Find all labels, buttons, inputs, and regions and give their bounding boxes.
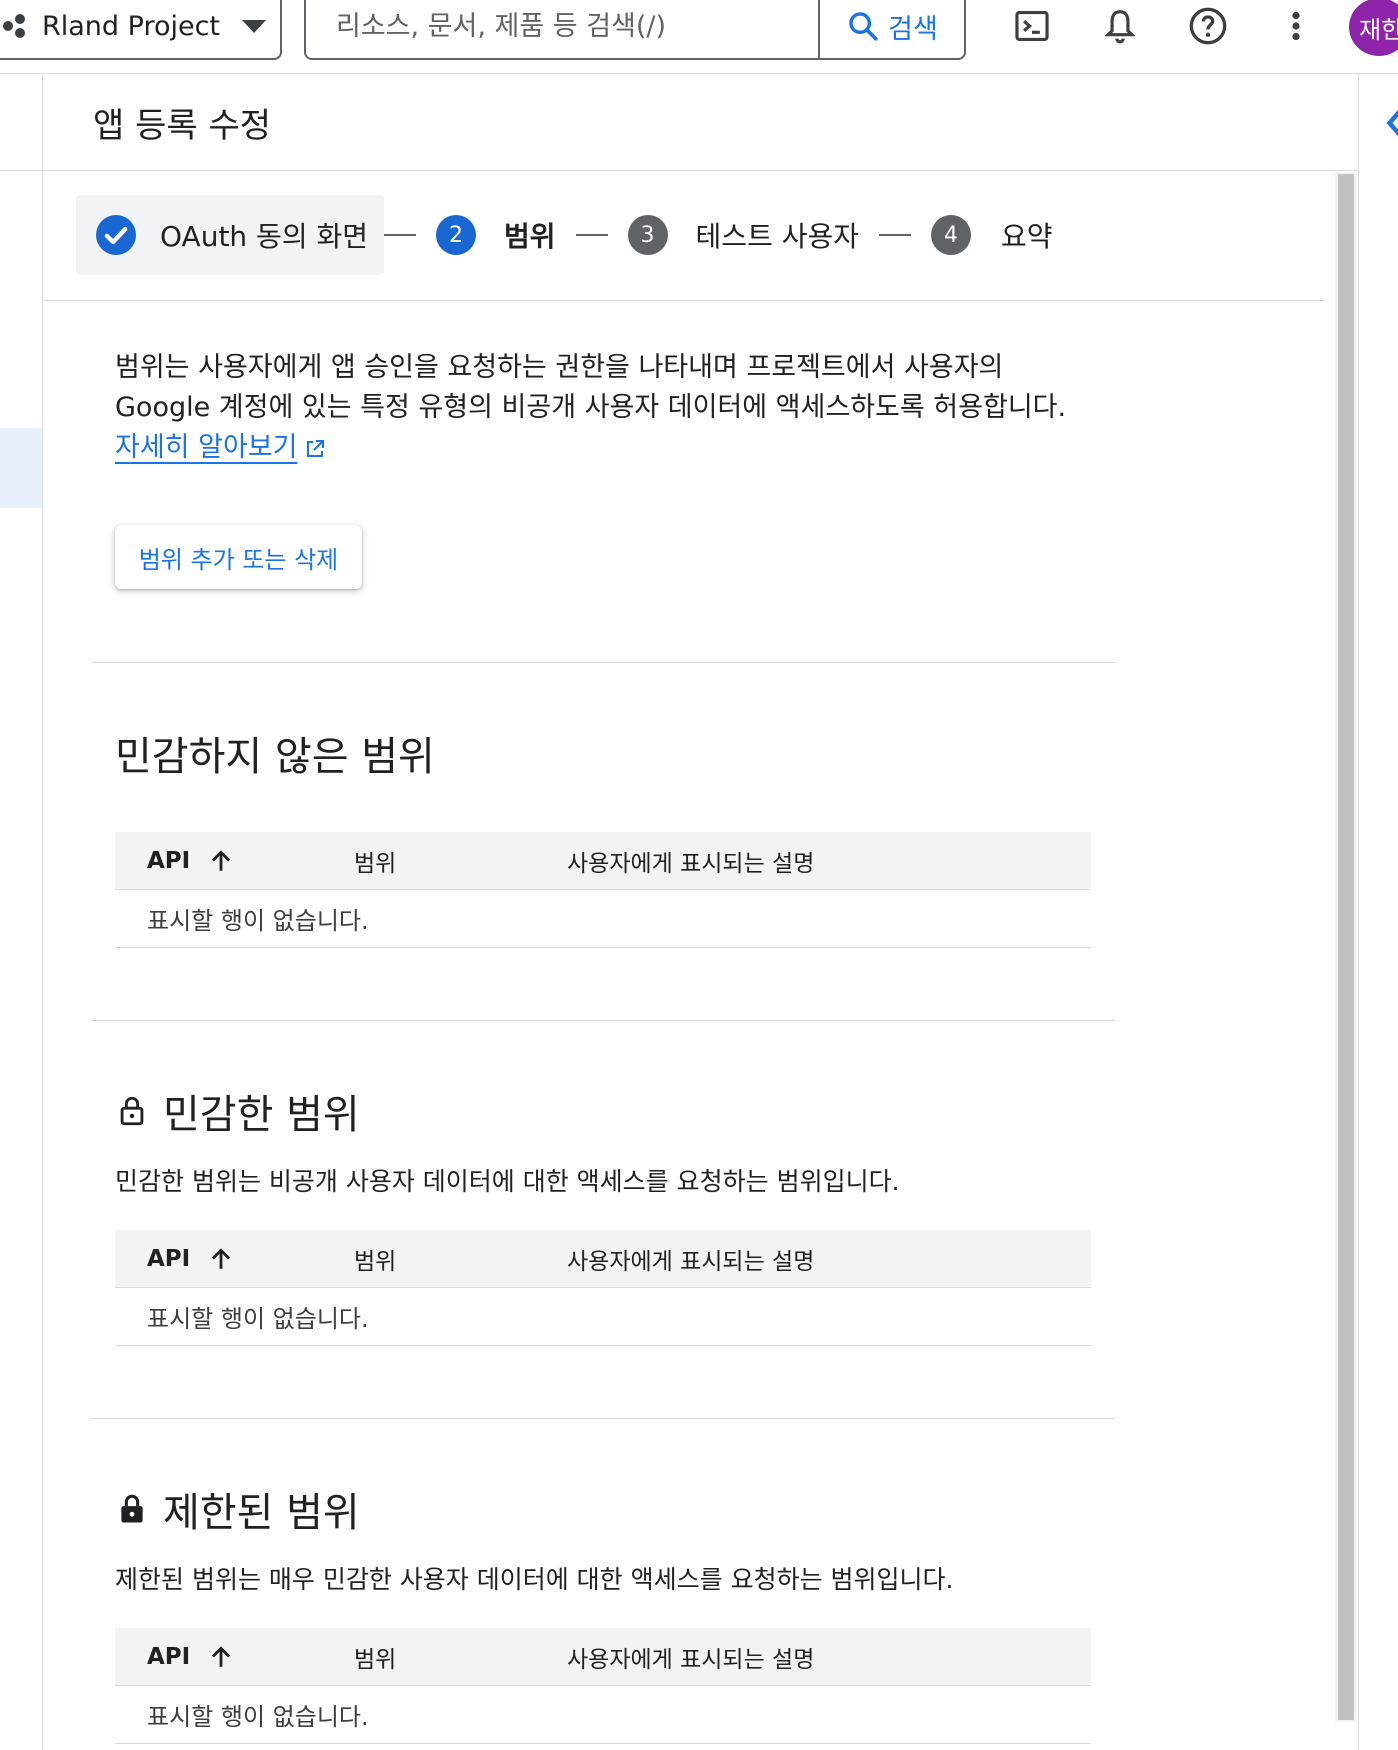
step-label: 테스트 사용자 [695,220,860,253]
more-options-button[interactable] [1274,4,1318,48]
main-panel: 앱 등록 수정 OAuth 동의 화면 2 범위 3 테스트 사용자 4 요약 … [43,74,1358,1750]
top-bar: Rland Project 검색 [0,0,1398,74]
step-number: 4 [931,215,972,255]
project-picker[interactable]: Rland Project [0,0,282,60]
step-separator [575,234,608,236]
non-sensitive-scopes-table: API 범위 사용자에게 표시되는 설명 표시할 행이 없습니다. [115,832,1091,948]
section-title-sensitive: 민감한 범위 [115,1082,360,1140]
help-icon [1189,7,1227,45]
section-title-text: 민감한 범위 [163,1092,360,1138]
section-description: 제한된 범위는 매우 민감한 사용자 데이터에 대한 액세스를 요청하는 범위입… [115,1565,954,1594]
left-nav-strip [0,74,43,1750]
step-oauth-consent[interactable]: OAuth 동의 화면 [76,195,385,275]
step-label: OAuth 동의 화면 [160,220,369,253]
column-header-label: API [147,847,191,874]
table-empty-row: 표시할 행이 없습니다. [115,1686,1091,1744]
column-header-description: 사용자에게 표시되는 설명 [567,850,815,877]
restricted-scopes-table: API 범위 사용자에게 표시되는 설명 표시할 행이 없습니다. [115,1628,1091,1744]
learn-more-link[interactable]: 자세히 알아보기 [115,432,297,463]
column-header-label: API [147,1643,191,1670]
search-button[interactable]: 검색 [818,0,964,58]
step-label: 요약 [1001,220,1053,253]
arrow-up-icon [212,1247,231,1269]
step-scopes[interactable]: 2 범위 [436,195,556,275]
project-icon [3,14,25,38]
cloud-shell-icon [1015,10,1049,42]
column-header-api[interactable]: API [147,1643,234,1671]
divider [1358,74,1359,1750]
column-header-scope: 범위 [354,1248,397,1275]
step-number: 3 [627,215,668,255]
more-vert-icon [1292,11,1300,41]
table-header: API 범위 사용자에게 표시되는 설명 [115,1628,1091,1686]
step-number: 2 [436,215,477,255]
bell-icon [1104,10,1136,44]
step-test-users[interactable]: 3 테스트 사용자 [627,195,860,275]
step-separator [879,234,912,236]
column-header-description: 사용자에게 표시되는 설명 [567,1248,815,1275]
project-name: Rland Project [42,10,221,42]
divider [91,662,1115,663]
scrollbar-thumb[interactable] [1338,174,1354,1720]
chevron-left-icon [1386,109,1398,137]
column-header-scope: 범위 [354,850,397,877]
avatar-label: 재한 [1359,15,1398,44]
scrollbar[interactable] [1335,172,1357,1722]
add-remove-scopes-button[interactable]: 범위 추가 또는 삭제 [115,525,362,589]
section-description: 민감한 범위는 비공개 사용자 데이터에 대한 액세스를 요청하는 범위입니다. [115,1167,900,1196]
left-nav-selected-item[interactable] [0,428,42,508]
table-header: API 범위 사용자에게 표시되는 설명 [115,1230,1091,1288]
divider [91,1020,1115,1021]
section-title-text: 제한된 범위 [163,1490,360,1536]
divider [43,300,1325,301]
section-title-restricted: 제한된 범위 [115,1480,360,1538]
table-header: API 범위 사용자에게 표시되는 설명 [115,832,1091,890]
collapse-panel-button[interactable] [1384,108,1398,142]
stepper: OAuth 동의 화면 2 범위 3 테스트 사용자 4 요약 [76,195,1053,275]
sensitive-scopes-table: API 범위 사용자에게 표시되는 설명 표시할 행이 없습니다. [115,1230,1091,1346]
intro-line: 범위는 사용자에게 앱 승인을 요청하는 권한을 나타내며 프로젝트에서 사용자… [115,352,1004,383]
table-empty-row: 표시할 행이 없습니다. [115,1288,1091,1346]
account-avatar[interactable]: 재한 [1349,0,1398,56]
open-in-new-icon [307,439,325,457]
lock-open-outline-icon [120,1096,144,1126]
column-header-label: API [147,1245,191,1272]
column-header-scope: 범위 [354,1646,397,1673]
chevron-down-icon [242,19,267,33]
column-header-api[interactable]: API [147,847,234,875]
cloud-shell-button[interactable] [1010,4,1054,48]
divider [91,1418,1115,1419]
column-header-api[interactable]: API [147,1245,234,1273]
page-header: 앱 등록 수정 [43,74,1358,171]
arrow-up-icon [212,1645,231,1667]
search-input[interactable] [306,0,818,58]
section-title-text: 민감하지 않은 범위 [115,734,435,780]
search-button-label: 검색 [888,13,938,45]
arrow-up-icon [212,849,231,871]
scopes-intro: 범위는 사용자에게 앱 승인을 요청하는 권한을 나타내며 프로젝트에서 사용자… [115,348,1165,468]
check-circle-icon [96,215,136,255]
search-icon [849,12,878,41]
notifications-button[interactable] [1098,4,1142,48]
step-summary[interactable]: 4 요약 [931,195,1053,275]
help-button[interactable] [1186,4,1230,48]
section-title-non-sensitive: 민감하지 않은 범위 [115,724,435,782]
step-label: 범위 [504,220,556,253]
page-title: 앱 등록 수정 [93,106,272,146]
column-header-description: 사용자에게 표시되는 설명 [567,1646,815,1673]
intro-line: Google 계정에 있는 특정 유형의 비공개 사용자 데이터에 액세스하도록… [115,392,1067,423]
lock-icon [121,1494,143,1523]
divider [0,170,42,171]
search-box: 검색 [304,0,966,60]
table-empty-row: 표시할 행이 없습니다. [115,890,1091,948]
step-separator [384,234,417,236]
